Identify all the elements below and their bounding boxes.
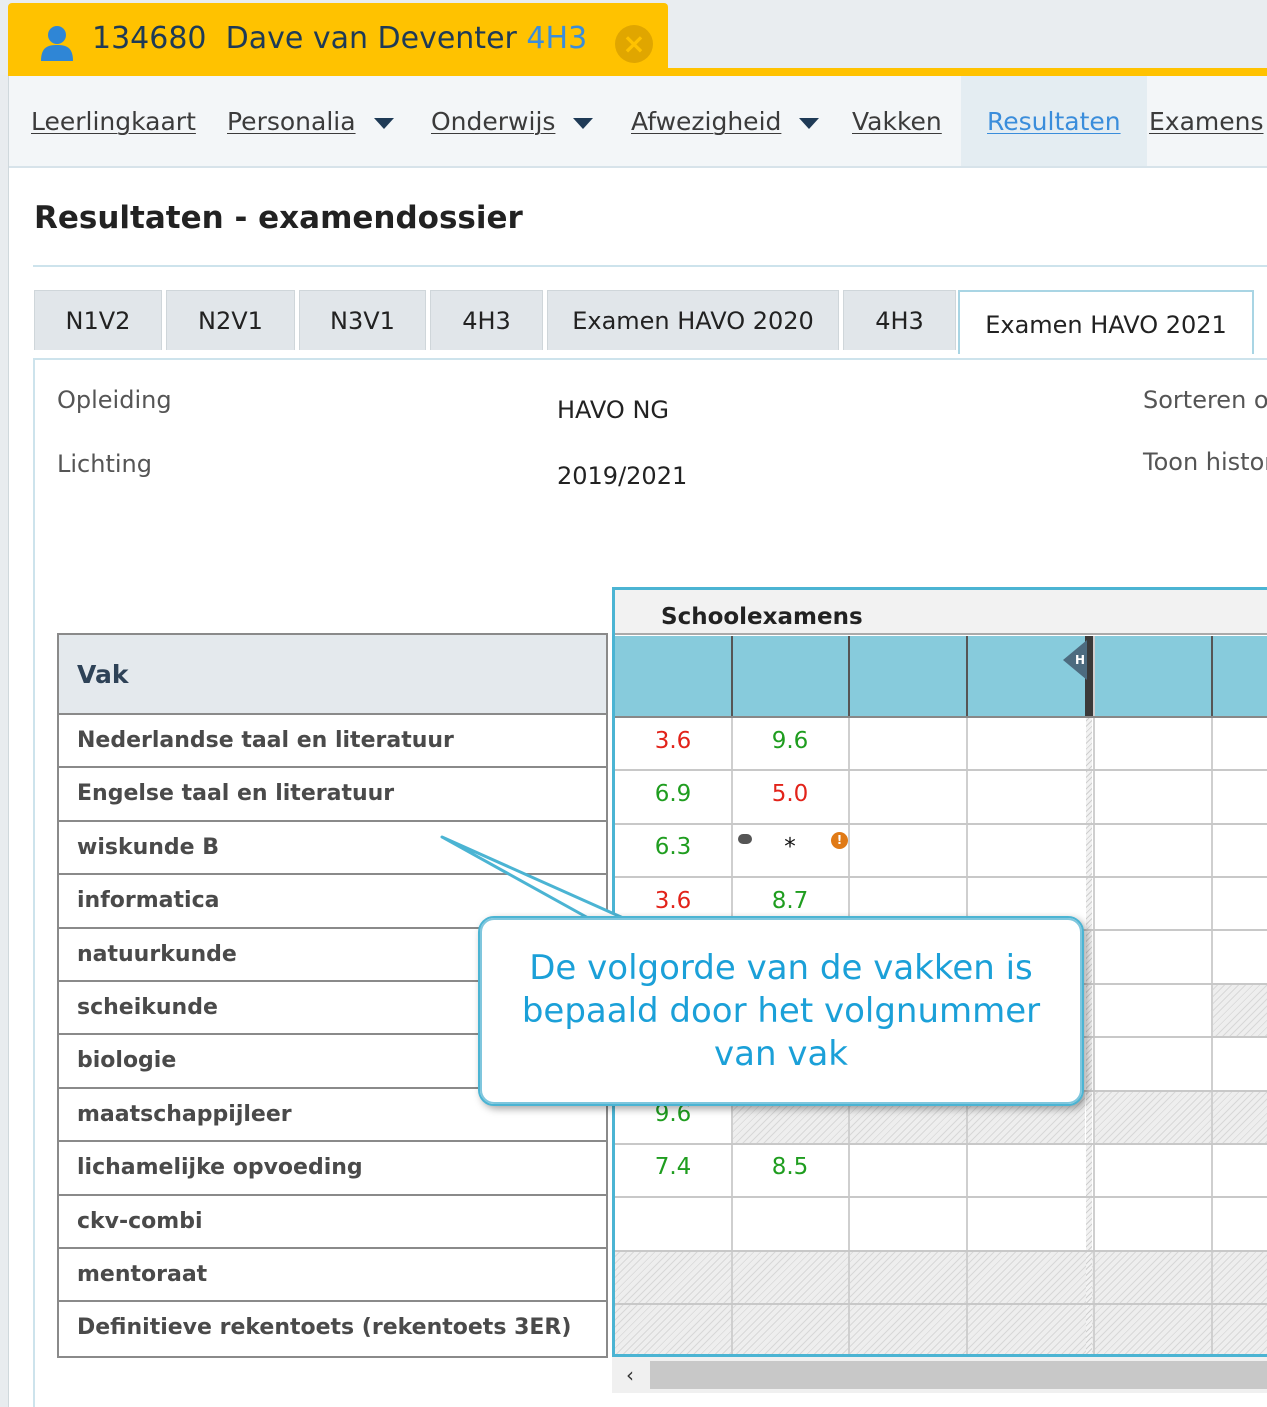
- comment-icon[interactable]: [738, 834, 752, 844]
- grid-line: [731, 636, 733, 716]
- nav-onderwijs[interactable]: Onderwijs: [431, 76, 594, 166]
- user-icon: [41, 26, 73, 61]
- hatched-cell: [1213, 983, 1267, 1036]
- nav-leerlingkaart[interactable]: Leerlingkaart: [31, 76, 196, 166]
- nav-afwezigheid[interactable]: Afwezigheid: [631, 76, 820, 166]
- grid-line: [1211, 636, 1213, 1354]
- close-icon[interactable]: ×: [615, 25, 653, 63]
- tab-underline: [8, 68, 1267, 76]
- vak-row: mentoraat: [59, 1249, 606, 1303]
- grid-line: [615, 716, 1267, 718]
- grade-cell[interactable]: 6.9: [615, 781, 731, 807]
- warning-icon[interactable]: !: [831, 832, 848, 849]
- lichting-value: 2019/2021: [557, 462, 688, 490]
- chevron-down-icon: [573, 117, 594, 129]
- grid-line: [966, 636, 968, 716]
- tab-n3v1[interactable]: N3V1: [299, 290, 426, 350]
- grid-line: [615, 1143, 1267, 1145]
- grid-line: [615, 1303, 1267, 1305]
- opleiding-label: Opleiding: [57, 386, 172, 414]
- lichting-label: Lichting: [57, 450, 152, 478]
- hatched-cell: [1093, 1090, 1267, 1143]
- student-identity: 134680 Dave van Deventer 4H3: [92, 21, 587, 56]
- vak-column-header: Vak: [59, 635, 606, 715]
- nav-examens[interactable]: Examens: [1149, 76, 1264, 166]
- grid-line: [615, 1196, 1267, 1198]
- grid-column-headers: [615, 636, 1267, 716]
- page-title: Resultaten - examendossier: [34, 200, 523, 236]
- nav-resultaten[interactable]: Resultaten: [961, 76, 1147, 166]
- toon-historie-label[interactable]: Toon historie: [1143, 448, 1267, 476]
- nav-vakken[interactable]: Vakken: [852, 76, 942, 166]
- tab-examen-havo-2021[interactable]: Examen HAVO 2021: [958, 290, 1254, 354]
- grid-line: [615, 823, 1267, 825]
- tab-examen-havo-2020[interactable]: Examen HAVO 2020: [547, 290, 839, 350]
- grade-cell[interactable]: 3.6: [615, 728, 731, 754]
- chevron-left-icon[interactable]: ‹: [612, 1357, 648, 1393]
- vak-row: lichamelijke opvoeding: [59, 1142, 606, 1196]
- grid-line: [615, 1250, 1267, 1252]
- vak-row: Definitieve rekentoets (rekentoets 3ER): [77, 1315, 572, 1341]
- grade-cell[interactable]: 5.0: [732, 781, 848, 807]
- scrollbar-thumb[interactable]: [650, 1361, 1267, 1389]
- grade-cell[interactable]: 9.6: [732, 728, 848, 754]
- sorteren-label[interactable]: Sorteren op: [1143, 386, 1267, 414]
- vak-row: ckv-combi: [59, 1196, 606, 1249]
- schoolexamens-header: Schoolexamens: [615, 590, 1267, 635]
- opleiding-value: HAVO NG: [557, 396, 669, 424]
- grid-line: [615, 769, 1267, 771]
- main-nav: Leerlingkaart Personalia Onderwijs Afwez…: [9, 76, 1267, 168]
- grade-cell[interactable]: 7.4: [615, 1154, 731, 1180]
- grade-cell[interactable]: 8.7: [732, 888, 848, 914]
- divider: [33, 265, 1267, 267]
- student-name: Dave van Deventer: [225, 21, 517, 56]
- callout-text: De volgorde van de vakken is bepaald doo…: [521, 947, 1041, 1074]
- nav-personalia[interactable]: Personalia: [227, 76, 394, 166]
- horizontal-scrollbar[interactable]: ‹: [612, 1357, 1267, 1393]
- grid-line: [848, 636, 850, 716]
- tab-4h3-second[interactable]: 4H3: [843, 290, 956, 350]
- chevron-down-icon: [799, 117, 820, 129]
- grid-line: [1093, 636, 1095, 1354]
- grid-line: [615, 876, 1267, 878]
- callout: De volgorde van de vakken is bepaald doo…: [478, 916, 1084, 1106]
- student-number: 134680: [92, 21, 207, 56]
- student-klas: 4H3: [526, 21, 588, 56]
- grade-cell[interactable]: 8.5: [732, 1154, 848, 1180]
- tab-4h3[interactable]: 4H3: [430, 290, 543, 350]
- student-tab[interactable]: 134680 Dave van Deventer 4H3 ×: [8, 3, 668, 73]
- chevron-down-icon: [373, 117, 394, 129]
- grid-line: [1211, 636, 1213, 716]
- vak-row: Nederlandse taal en literatuur: [59, 715, 606, 769]
- vak-row: Engelse taal en literatuur: [59, 768, 606, 822]
- tab-n2v1[interactable]: N2V1: [166, 290, 295, 350]
- tab-n1v2[interactable]: N1V2: [34, 290, 162, 350]
